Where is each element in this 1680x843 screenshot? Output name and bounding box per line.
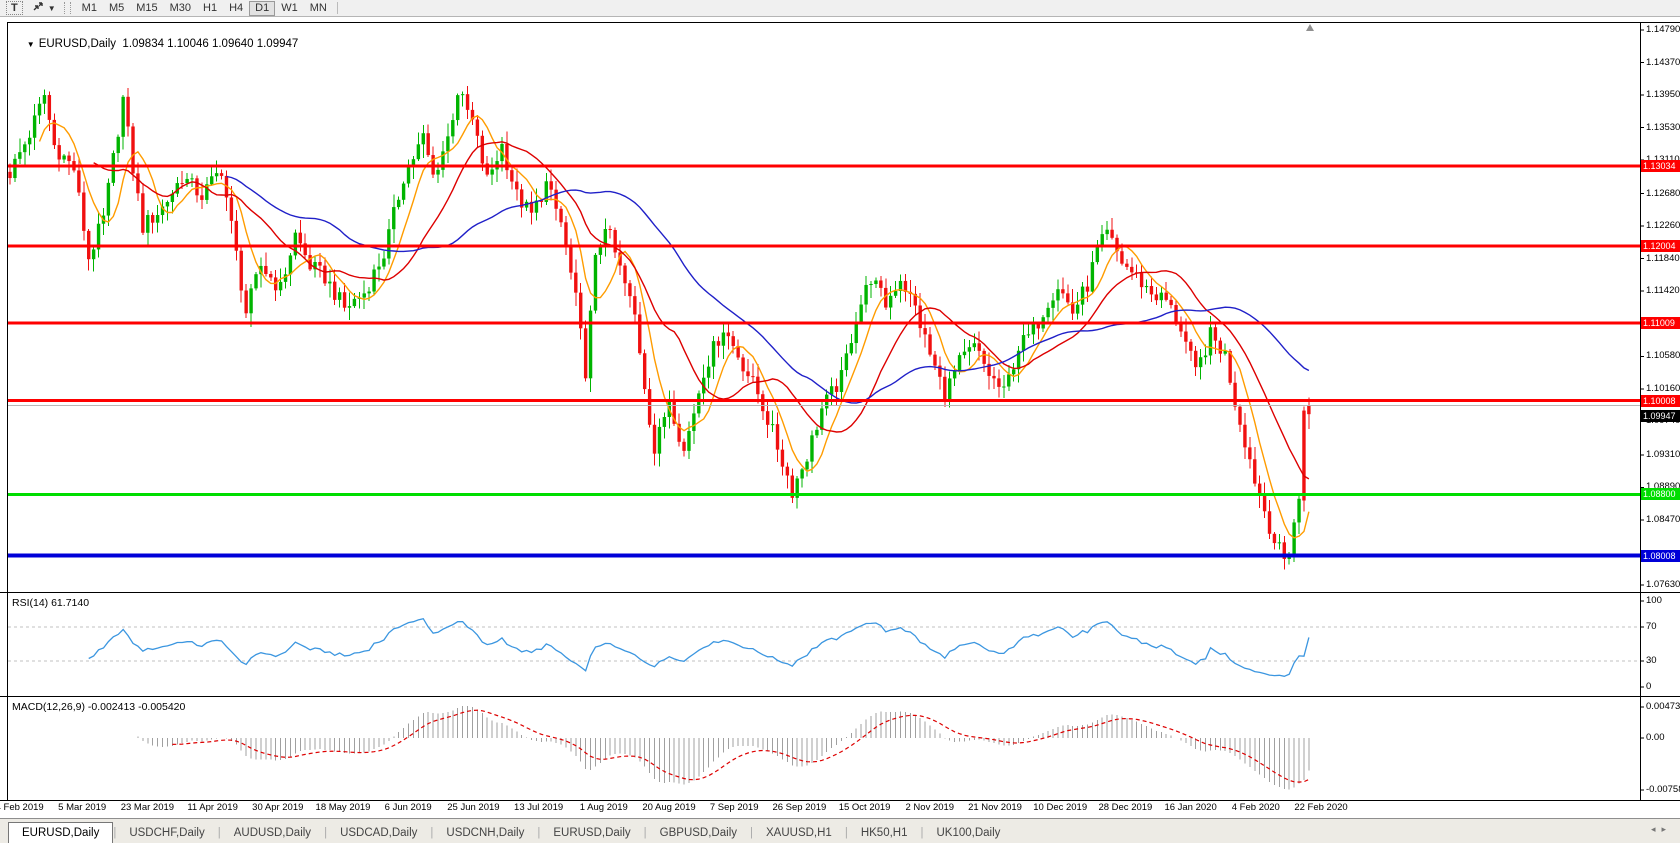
date-tick-label: 30 Apr 2019	[252, 802, 303, 813]
date-tick-label: 15 Oct 2019	[839, 802, 891, 813]
date-tick-label: 1 Aug 2019	[580, 802, 628, 813]
chart-tab-uk100-daily[interactable]: UK100,Daily	[924, 823, 1014, 843]
price-tick-label: 1.13530	[1646, 122, 1680, 133]
date-tick-label: 11 Apr 2019	[187, 802, 238, 813]
chart-tab-bar: EURUSD,Daily|USDCHF,Daily|AUDUSD,Daily|U…	[0, 818, 1680, 843]
rsi-tick-label: 100	[1646, 595, 1662, 606]
ma-line-0	[40, 116, 1309, 538]
date-tick-label: 6 Jun 2019	[385, 802, 432, 813]
rsi-tick-label: 30	[1646, 655, 1657, 666]
chart-tab-eurusd-daily[interactable]: EURUSD,Daily	[540, 823, 643, 843]
level-price-badge: 1.10008	[1641, 395, 1680, 407]
macd-panel	[138, 706, 1309, 790]
price-tick-label: 1.12260	[1646, 220, 1680, 231]
level-price-badge: 1.08800	[1641, 488, 1680, 500]
current-price-badge: 1.09947	[1641, 410, 1680, 422]
date-tick-label: 4 Feb 2020	[1232, 802, 1280, 813]
trading-platform-window: T ▼ M1M5M15M30H1H4D1W1MN ▼EURUSD,Daily 1…	[0, 0, 1680, 843]
level-price-badge: 1.13034	[1641, 160, 1680, 172]
date-tick-label: 10 Dec 2019	[1033, 802, 1087, 813]
date-tick-label: 14 Feb 2019	[0, 802, 44, 813]
macd-tick-label: 0.004738	[1646, 701, 1680, 712]
level-price-badge: 1.08008	[1641, 550, 1680, 562]
price-tick-label: 1.14370	[1646, 57, 1680, 68]
date-tick-label: 16 Jan 2020	[1164, 802, 1216, 813]
chart-tab-hk50-h1[interactable]: HK50,H1	[848, 823, 921, 843]
level-price-badge: 1.11009	[1641, 317, 1680, 329]
date-tick-label: 22 Feb 2020	[1294, 802, 1347, 813]
candles	[8, 86, 1310, 570]
price-tick-label: 1.14790	[1646, 24, 1680, 35]
rsi-tick-label: 70	[1646, 621, 1657, 632]
price-tick-label: 1.11840	[1646, 253, 1680, 264]
macd-tick-label: -0.00758	[1646, 784, 1680, 795]
chart-tab-eurusd-daily[interactable]: EURUSD,Daily	[8, 822, 113, 843]
horizontal-level-lines	[8, 166, 1640, 556]
chart-shift-marker[interactable]	[1306, 24, 1314, 31]
date-tick-label: 13 Jul 2019	[514, 802, 563, 813]
level-price-badge: 1.12004	[1641, 240, 1680, 252]
price-tick-label: 1.08470	[1646, 514, 1680, 525]
chart-tab-audusd-daily[interactable]: AUDUSD,Daily	[221, 823, 324, 843]
ma-line-1	[94, 142, 1309, 479]
date-tick-label: 18 May 2019	[316, 802, 371, 813]
chart-tab-usdcad-daily[interactable]: USDCAD,Daily	[327, 823, 430, 843]
rsi-panel	[8, 619, 1640, 677]
price-tick-label: 1.10580	[1646, 350, 1680, 361]
date-tick-label: 7 Sep 2019	[710, 802, 759, 813]
price-tick-label: 1.07630	[1646, 579, 1680, 590]
date-tick-label: 5 Mar 2019	[58, 802, 106, 813]
chart-tab-usdcnh-daily[interactable]: USDCNH,Daily	[433, 823, 537, 843]
panel-borders	[0, 22, 1680, 801]
rsi-tick-label: 0	[1646, 681, 1651, 692]
date-tick-label: 25 Jun 2019	[447, 802, 499, 813]
chart-plot-area[interactable]	[0, 0, 1680, 843]
date-tick-label: 21 Nov 2019	[968, 802, 1022, 813]
macd-tick-label: 0.00	[1646, 732, 1665, 743]
price-tick-label: 1.13950	[1646, 89, 1680, 100]
date-tick-label: 28 Dec 2019	[1098, 802, 1152, 813]
price-tick-label: 1.12680	[1646, 188, 1680, 199]
date-tick-label: 2 Nov 2019	[906, 802, 955, 813]
chart-tab-gbpusd-daily[interactable]: GBPUSD,Daily	[647, 823, 750, 843]
chart-tab-xauusd-h1[interactable]: XAUUSD,H1	[753, 823, 845, 843]
price-tick-label: 1.10160	[1646, 383, 1680, 394]
date-tick-label: 26 Sep 2019	[772, 802, 826, 813]
tab-scroll-arrows[interactable]: ◂▸	[1651, 824, 1672, 835]
price-tick-label: 1.11420	[1646, 285, 1680, 296]
price-tick-label: 1.09310	[1646, 449, 1680, 460]
chart-tab-usdchf-daily[interactable]: USDCHF,Daily	[116, 823, 217, 843]
date-tick-label: 20 Aug 2019	[642, 802, 695, 813]
date-tick-label: 23 Mar 2019	[121, 802, 174, 813]
